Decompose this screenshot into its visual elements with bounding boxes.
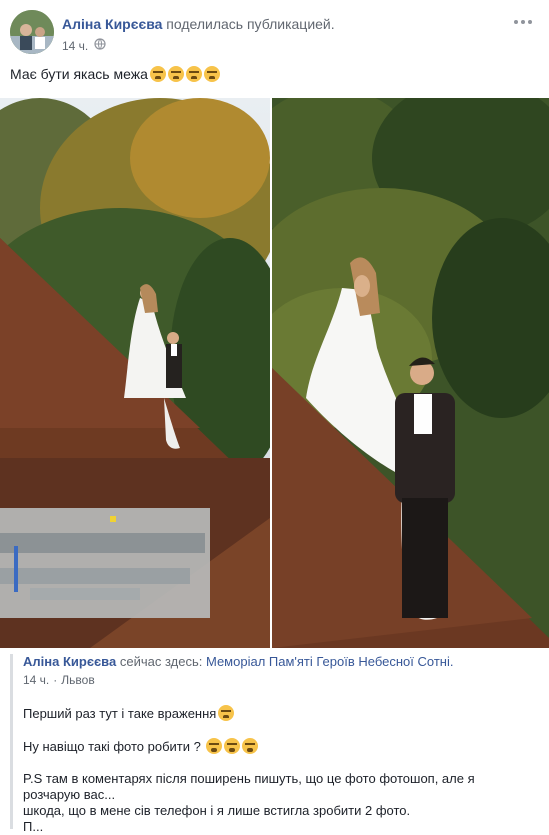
shared-line-text: Ну навіщо такі фото робити ?	[23, 739, 201, 754]
post-header: Аліна Кирєєва поделилась публикацией. 14…	[10, 10, 539, 58]
shared-author-line: Аліна Кирєєва сейчас здесь: Меморіал Пам…	[23, 654, 533, 669]
weary-face-emoji	[203, 66, 220, 82]
post-meta: 14 ч.	[62, 38, 106, 53]
shared-line-text: Перший раз тут і таке враження	[23, 706, 217, 721]
more-options-icon[interactable]	[511, 10, 535, 34]
weary-face-emoji	[149, 66, 166, 82]
shared-status: сейчас здесь:	[119, 654, 203, 669]
weary-face-emoji	[218, 705, 235, 721]
shared-post: Аліна Кирєєва сейчас здесь: Меморіал Пам…	[10, 654, 542, 834]
shared-post-content: Аліна Кирєєва сейчас здесь: Меморіал Пам…	[23, 654, 533, 835]
shared-author-name[interactable]: Аліна Кирєєва	[23, 654, 116, 669]
crying-face-emoji	[206, 738, 223, 754]
author-line: Аліна Кирєєва поделилась публикацией.	[62, 16, 335, 32]
globe-icon	[94, 38, 106, 53]
shared-line-3: P.S там в коментарях після поширень пишу…	[23, 771, 475, 786]
photo-left[interactable]	[0, 98, 270, 648]
shared-place-link[interactable]: Меморіал Пам'яті Героїв Небесної Сотні.	[206, 654, 454, 669]
author-name[interactable]: Аліна Кирєєва	[62, 16, 162, 32]
meta-separator: ·	[53, 673, 58, 687]
shared-line-4: розчарую вас...	[23, 787, 116, 802]
avatar[interactable]	[10, 10, 54, 54]
post-time[interactable]: 14 ч.	[62, 39, 88, 53]
shared-line-5: шкода, що в мене сів телефон і я лише вс…	[23, 803, 411, 818]
post-text-content: Має бути якась межа	[10, 66, 148, 82]
post-text: Має бути якась межа	[10, 66, 220, 82]
crying-face-emoji	[242, 738, 259, 754]
weary-face-emoji	[185, 66, 202, 82]
photo-grid	[0, 98, 549, 648]
shared-location[interactable]: Львов	[61, 673, 94, 687]
weary-face-emoji	[167, 66, 184, 82]
shared-time[interactable]: 14 ч.	[23, 673, 49, 687]
shared-meta: 14 ч. · Львов	[23, 673, 533, 687]
shared-line-6: П...	[23, 819, 44, 834]
crying-face-emoji	[224, 738, 241, 754]
shared-line-2: Ну навіщо такі фото робити ?	[23, 738, 533, 755]
shared-line-1: Перший раз тут і таке враження	[23, 705, 533, 722]
share-action: поделилась публикацией.	[166, 16, 335, 32]
photo-right[interactable]	[272, 98, 549, 648]
